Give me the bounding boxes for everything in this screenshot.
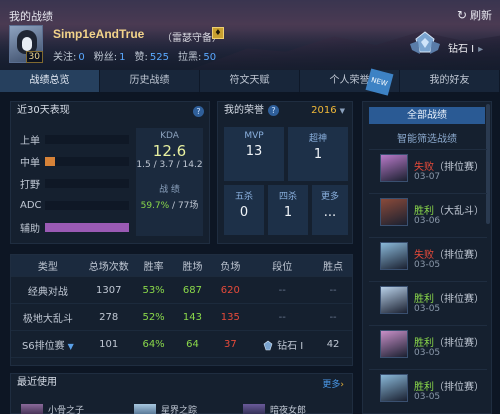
honor-panel: 我的荣誉? 2016 ▼ MVP 13 超神 1 五杀 0 四杀 1 更多...	[217, 101, 353, 244]
champion-portrait	[380, 242, 408, 270]
legendary-box[interactable]: 超神 1	[288, 127, 348, 181]
all-matches-button[interactable]: 全部战绩	[369, 107, 485, 124]
kda-detail: 1.5 / 3.7 / 14.2	[136, 160, 203, 170]
table-row: 极地大乱斗 278 52% 143 135 -- --	[11, 304, 352, 331]
match-item[interactable]: 胜利（大乱斗） 03-06	[369, 193, 487, 231]
chevron-down-icon: ▼	[339, 107, 345, 115]
champion-item[interactable]: 小骨之子	[21, 404, 84, 414]
summoner-name: Simp1eAndTrue	[53, 27, 145, 41]
match-item[interactable]: 胜利（排位赛） 03-05	[369, 281, 487, 319]
role-bar	[45, 222, 129, 232]
match-item[interactable]: 失败（排位赛） 03-05	[369, 237, 487, 275]
recently-used-panel: 最近使用 更多› 小骨之子 星界之踪 暗夜女郎	[10, 373, 353, 414]
used-title: 最近使用	[17, 377, 57, 388]
year-select[interactable]: 2016 ▼	[311, 105, 345, 116]
mvp-box[interactable]: MVP 13	[224, 127, 284, 181]
avatar[interactable]: 30	[9, 25, 43, 63]
more-honors-button[interactable]: 更多...	[312, 185, 348, 235]
role-row: 辅助	[20, 216, 129, 238]
ranked-type-dropdown[interactable]: S6排位赛 ▼	[11, 337, 85, 352]
role-bar	[45, 200, 129, 210]
window-title: 我的战绩	[9, 10, 53, 23]
refresh-button[interactable]: ↻ 刷新	[457, 7, 492, 23]
refresh-label: 刷新	[470, 9, 492, 22]
table-row: S6排位赛 ▼ 101 64% 64 37 钻石 I 42	[11, 331, 352, 358]
fans-stat[interactable]: 粉丝: 1	[94, 48, 126, 63]
champion-portrait	[21, 404, 43, 414]
help-icon[interactable]: ?	[268, 105, 279, 116]
profile-header: 我的战绩 ↻ 刷新 30 Simp1eAndTrue （雷瑟守备） ♦ 关注: 0…	[0, 0, 500, 70]
recent-performance-panel: 近30天表现 ? 上单 中单 打野 ADC 辅助 KDA 12.6 1.5 / …	[10, 101, 210, 244]
table-row: 经典对战 1307 53% 687 620 -- --	[11, 277, 352, 304]
champion-portrait	[243, 404, 265, 414]
tab-overview[interactable]: 战绩总览	[0, 70, 100, 92]
diamond-rank-icon	[263, 340, 273, 350]
role-row: 上单	[20, 128, 129, 150]
quadrakill-box[interactable]: 四杀 1	[268, 185, 308, 235]
likes-stat[interactable]: 赞: 525	[135, 48, 169, 63]
refresh-icon: ↻	[456, 8, 467, 22]
champion-portrait	[134, 404, 156, 414]
level-badge: 30	[25, 51, 43, 63]
follow-stat[interactable]: 关注: 0	[53, 48, 85, 63]
match-item[interactable]: 胜利（排位赛） 03-05	[369, 325, 487, 363]
champion-portrait	[380, 330, 408, 358]
match-stats-table: 类型 总场次数 胜率 胜场 负场 段位 胜点 经典对战 1307 53% 687 620 -- -- 极…	[10, 254, 353, 366]
tab-honors[interactable]: 个人荣誉 NEW	[300, 68, 400, 96]
table-header: 类型 总场次数 胜率 胜场 负场 段位 胜点	[11, 255, 352, 277]
kda-label: KDA	[160, 131, 179, 141]
champion-portrait	[380, 198, 408, 226]
match-item[interactable]: 胜利（排位赛） 03-05	[369, 369, 487, 407]
pentakill-box[interactable]: 五杀 0	[224, 185, 264, 235]
champion-portrait	[380, 154, 408, 182]
role-distribution: 上单 中单 打野 ADC 辅助	[20, 128, 129, 238]
tab-bar: 战绩总览 历史战绩 符文天赋 个人荣誉 NEW 我的好友	[0, 68, 500, 96]
rank-cell: 钻石 I	[250, 337, 314, 352]
match-item[interactable]: 失败（排位赛） 03-07	[369, 149, 487, 187]
kda-box: KDA 12.6 1.5 / 3.7 / 14.2 战 绩 59.7% / 77…	[136, 128, 203, 236]
champion-item[interactable]: 暗夜女郎	[243, 404, 306, 414]
kda-value: 12.6	[152, 142, 187, 160]
help-icon[interactable]: ?	[193, 106, 204, 117]
tab-history[interactable]: 历史战绩	[100, 70, 200, 92]
more-link[interactable]: 更多›	[322, 377, 344, 390]
match-list-panel: 全部战绩 智能筛选战绩 失败（排位赛） 03-07 胜利（大乱斗） 03-06 …	[362, 101, 492, 414]
diamond-rank-icon	[410, 31, 440, 54]
role-bar	[45, 156, 129, 166]
winrate: 59.7% / 77场	[140, 201, 199, 211]
record-label: 战 绩	[159, 185, 180, 195]
honor-badge-icon: ♦	[212, 27, 224, 39]
champion-portrait	[380, 374, 408, 402]
block-stat[interactable]: 拉黑: 50	[178, 48, 216, 63]
role-bar	[45, 178, 129, 188]
role-row: 打野	[20, 172, 129, 194]
social-stats: 关注: 0 粉丝: 1 赞: 525 拉黑: 50	[53, 48, 216, 63]
role-row: ADC	[20, 194, 129, 216]
new-badge: NEW	[365, 68, 394, 96]
smart-filter-link[interactable]: 智能筛选战绩	[363, 130, 491, 145]
chevron-down-icon: ▼	[67, 341, 74, 351]
champion-item[interactable]: 星界之踪	[134, 404, 197, 414]
tab-friends[interactable]: 我的好友	[400, 70, 500, 92]
tab-runes[interactable]: 符文天赋	[200, 70, 300, 92]
champion-portrait	[380, 286, 408, 314]
role-row: 中单	[20, 150, 129, 172]
recent-title: 近30天表现	[17, 105, 70, 116]
role-bar	[45, 134, 129, 144]
rank-label[interactable]: 钻石 I ▸	[448, 40, 483, 55]
